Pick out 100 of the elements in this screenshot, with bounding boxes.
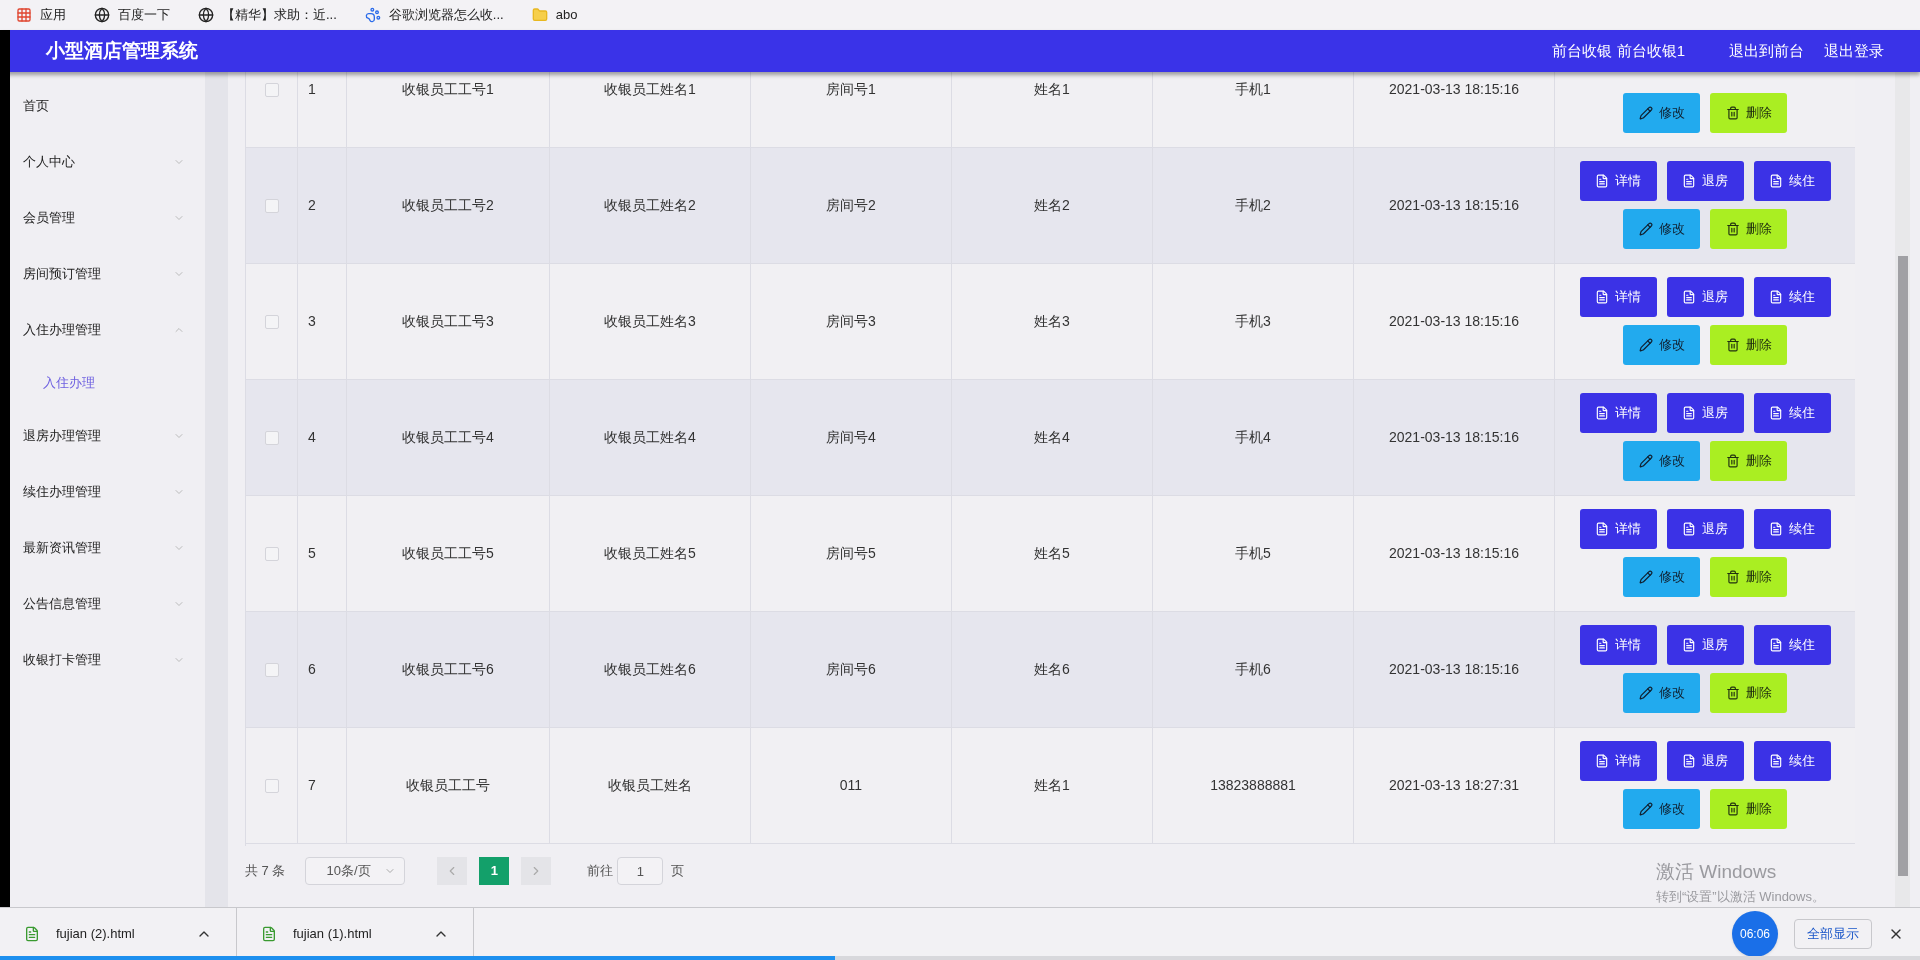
document-icon [1769, 754, 1783, 768]
delete-button[interactable]: 删除 [1710, 789, 1787, 829]
sidebar-item[interactable]: 入住办理管理 [10, 302, 205, 358]
sidebar-item[interactable]: 最新资讯管理 [10, 520, 205, 576]
detail-button[interactable]: 续住 [1753, 509, 1831, 549]
sidebar-subitem[interactable]: 入住办理 [10, 358, 205, 408]
edit-button[interactable]: 修改 [1623, 557, 1700, 597]
table-cell-text: 收银员工工号5 [402, 544, 494, 563]
table-cell-text: 房间号3 [826, 312, 876, 331]
table-cell-text: 姓名5 [1034, 544, 1070, 563]
detail-button[interactable]: 退房 [1666, 161, 1744, 201]
show-all-button[interactable]: 全部显示 [1794, 919, 1872, 949]
table-cell-text: 收银员工姓名4 [604, 428, 696, 447]
table-cell-text: 姓名2 [1034, 196, 1070, 215]
sidebar-item[interactable]: 会员管理 [10, 190, 205, 246]
video-progress-fill[interactable] [0, 956, 836, 960]
user-info: 前台收银 前台收银1 [1552, 40, 1685, 61]
table-cell-text: 收银员工工号 [406, 776, 490, 795]
edit-button[interactable]: 修改 [1623, 209, 1700, 249]
sidebar-item[interactable]: 首页 [10, 78, 205, 134]
delete-button[interactable]: 删除 [1710, 673, 1787, 713]
table-cell-text: 13823888881 [1210, 776, 1296, 795]
table-cell-text: 收银员工工号2 [402, 196, 494, 215]
detail-button[interactable]: 退房 [1666, 509, 1744, 549]
detail-button[interactable]: 详情 [1579, 161, 1657, 201]
paw-icon [364, 7, 381, 23]
detail-button[interactable]: 续住 [1753, 741, 1831, 781]
detail-button[interactable]: 详情 [1579, 393, 1657, 433]
detail-button[interactable]: 详情 [1579, 509, 1657, 549]
table-cell-text: 手机2 [1235, 196, 1271, 215]
row-checkbox[interactable] [264, 314, 279, 329]
goto-page-field[interactable]: 1 [617, 857, 664, 885]
page-size-select[interactable]: 10条/页 [305, 857, 406, 885]
document-icon [1595, 754, 1609, 768]
detail-button[interactable]: 续住 [1753, 277, 1831, 317]
scrollbar-thumb[interactable] [1897, 256, 1908, 876]
bookmark-link[interactable]: 谷歌浏览器怎么收... [364, 5, 504, 25]
table-cell-text: 手机1 [1235, 80, 1271, 99]
row-checkbox[interactable] [264, 662, 279, 677]
table-cell-text: 手机4 [1235, 428, 1271, 447]
detail-button[interactable]: 详情 [1579, 277, 1657, 317]
row-checkbox[interactable] [264, 546, 279, 561]
pencil-icon [1638, 338, 1653, 352]
delete-button[interactable]: 删除 [1710, 441, 1787, 481]
detail-button[interactable]: 退房 [1666, 625, 1744, 665]
table-cell-text: 3 [308, 312, 316, 331]
sidebar-item[interactable]: 退房办理管理 [10, 408, 205, 464]
edit-button[interactable]: 修改 [1623, 93, 1700, 133]
detail-button[interactable]: 详情 [1579, 741, 1657, 781]
bookmark-link[interactable]: abo [531, 5, 578, 25]
pencil-icon [1638, 802, 1653, 816]
table-cell-text: 收银员工姓名1 [604, 80, 696, 99]
trash-icon [1725, 106, 1740, 120]
table-cell-text: 手机5 [1235, 544, 1271, 563]
delete-button[interactable]: 删除 [1710, 93, 1787, 133]
row-checkbox[interactable] [264, 778, 279, 793]
sidebar-item[interactable]: 公告信息管理 [10, 576, 205, 632]
bookmark-link[interactable]: 应用 [16, 5, 66, 25]
delete-button[interactable]: 删除 [1710, 209, 1787, 249]
detail-button[interactable]: 详情 [1579, 625, 1657, 665]
header-link[interactable]: 退出到前台 [1729, 39, 1804, 63]
detail-button[interactable]: 续住 [1753, 393, 1831, 433]
sidebar-item[interactable]: 个人中心 [10, 134, 205, 190]
document-icon [1595, 522, 1609, 536]
edit-button[interactable]: 修改 [1623, 673, 1700, 713]
edit-button[interactable]: 修改 [1623, 441, 1700, 481]
table-cell-text: 收银员工工号4 [402, 428, 494, 447]
pencil-icon [1638, 454, 1653, 468]
pencil-icon [1638, 686, 1653, 700]
edit-button[interactable]: 修改 [1623, 325, 1700, 365]
header-link[interactable]: 退出登录 [1824, 39, 1884, 63]
bookmark-link[interactable]: 【精华】求助：近... [198, 5, 337, 25]
row-checkbox[interactable] [264, 430, 279, 445]
prev-page-button[interactable] [437, 857, 468, 885]
total-count: 共 7 条 [245, 862, 286, 881]
sidebar-item[interactable]: 续住办理管理 [10, 464, 205, 520]
table-cell-text: 姓名3 [1034, 312, 1070, 331]
pencil-icon [1638, 106, 1653, 120]
edit-button[interactable]: 修改 [1623, 789, 1700, 829]
sidebar-item[interactable]: 房间预订管理 [10, 246, 205, 302]
detail-button[interactable]: 续住 [1753, 625, 1831, 665]
bookmark-link[interactable]: 百度一下 [94, 5, 170, 25]
next-page-button[interactable] [521, 857, 552, 885]
detail-button[interactable]: 退房 [1666, 277, 1744, 317]
delete-button[interactable]: 删除 [1710, 325, 1787, 365]
document-icon [1595, 290, 1609, 304]
trash-icon [1725, 570, 1740, 584]
detail-button[interactable]: 退房 [1666, 393, 1744, 433]
detail-button[interactable]: 续住 [1753, 161, 1831, 201]
delete-button[interactable]: 删除 [1710, 557, 1787, 597]
globe-icon [198, 7, 214, 23]
table-cell-text: 姓名1 [1034, 776, 1070, 795]
table-cell-text: 收银员工工号3 [402, 312, 494, 331]
row-checkbox[interactable] [264, 82, 279, 97]
detail-button[interactable]: 退房 [1666, 741, 1744, 781]
table-cell-text: 2021-03-13 18:15:16 [1389, 428, 1519, 447]
row-checkbox[interactable] [264, 198, 279, 213]
timer-badge: 06:06 [1732, 911, 1778, 957]
table-cell-text: 房间号2 [826, 196, 876, 215]
sidebar-item[interactable]: 收银打卡管理 [10, 632, 205, 688]
